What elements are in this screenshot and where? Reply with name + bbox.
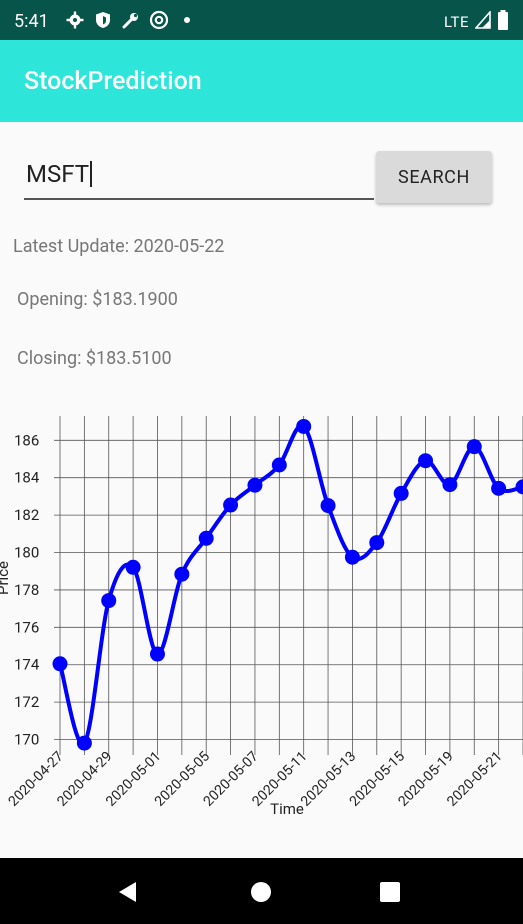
symbol-input[interactable]: MSFT: [24, 154, 374, 200]
price-point: [296, 418, 312, 434]
status-notification-icons: [65, 9, 197, 31]
chart-grid: [54, 416, 523, 755]
opening-price-text: Opening: $183.1900: [17, 289, 178, 310]
y-tick-label: 186: [14, 431, 39, 449]
price-point: [466, 439, 482, 455]
back-icon[interactable]: [116, 880, 140, 904]
price-point: [125, 559, 141, 575]
x-axis-label: Time: [270, 800, 304, 818]
search-button[interactable]: SEARCH: [376, 151, 492, 203]
y-tick-label: 184: [14, 469, 40, 487]
at-icon: [149, 10, 169, 30]
navigation-bar: [0, 858, 523, 924]
y-tick-label: 170: [14, 731, 39, 749]
price-point: [491, 480, 507, 496]
status-bar: 5:41 LTE: [0, 0, 523, 40]
battery-icon: [497, 10, 509, 34]
price-point: [149, 646, 165, 662]
y-tick-label: 178: [14, 581, 39, 599]
x-axis-ticks: 2020-04-272020-04-292020-05-012020-05-05…: [6, 748, 506, 809]
text-cursor: [90, 161, 93, 187]
recents-icon[interactable]: [378, 880, 402, 904]
price-point: [344, 549, 360, 565]
gear-icon: [65, 10, 85, 30]
y-tick-label: 176: [14, 618, 39, 636]
y-tick-label: 172: [14, 693, 39, 711]
y-tick-label: 174: [14, 656, 40, 674]
dot-icon: [177, 10, 197, 30]
price-point: [442, 477, 458, 493]
app-title: StockPrediction: [24, 67, 202, 96]
symbol-input-value: MSFT: [26, 160, 93, 188]
closing-price-text: Closing: $183.5100: [17, 348, 172, 369]
y-tick-label: 182: [14, 506, 39, 524]
price-point: [101, 593, 117, 609]
price-point: [52, 656, 68, 672]
price-point: [393, 485, 409, 501]
network-type: LTE: [443, 13, 469, 31]
latest-update-text: Latest Update: 2020-05-22: [13, 236, 225, 257]
shield-icon: [93, 10, 113, 30]
status-time: 5:41: [14, 11, 49, 32]
price-points: [52, 418, 523, 751]
y-axis-ticks: 170 172 174 176 178 180 182 184 186: [14, 431, 40, 748]
signal-icon: [474, 9, 491, 33]
y-tick-label: 180: [14, 544, 39, 562]
price-point: [271, 457, 287, 473]
price-point: [418, 453, 434, 469]
price-point: [76, 735, 92, 751]
app-bar: StockPrediction: [0, 40, 523, 122]
price-point: [247, 477, 263, 493]
price-point: [198, 530, 214, 546]
price-chart[interactable]: 170 172 174 176 178 180 182 184 186 2020-04-2720…: [0, 402, 523, 858]
price-series-line: [58, 423, 523, 746]
main-content: MSFT SEARCH Latest Update: 2020-05-22 Op…: [0, 122, 523, 858]
price-point: [515, 479, 523, 495]
y-axis-label: Price: [0, 561, 12, 595]
price-point: [174, 566, 190, 582]
price-point: [320, 498, 336, 514]
status-right-group: LTE: [443, 9, 509, 34]
price-point: [223, 497, 239, 513]
wrench-icon: [121, 10, 141, 30]
price-point: [369, 535, 385, 551]
home-icon[interactable]: [249, 880, 273, 904]
symbol-text: MSFT: [26, 160, 90, 188]
